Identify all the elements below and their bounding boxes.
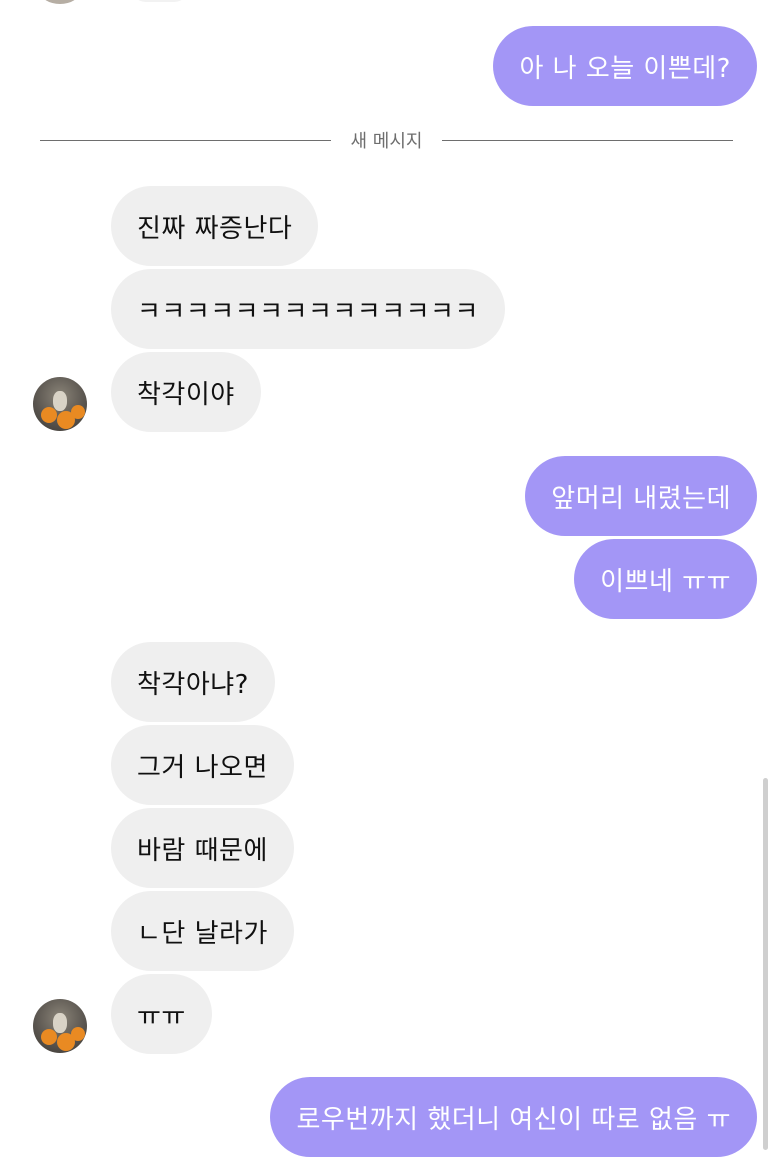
avatar-fruit [41, 1029, 57, 1045]
message-bubble-incoming[interactable]: ㅠㅠ [111, 974, 212, 1054]
divider-line-right [442, 139, 733, 141]
message-bubble-outgoing[interactable]: 앞머리 내렸는데 [525, 456, 757, 536]
message-bubble-incoming[interactable]: 바람 때문에 [111, 808, 294, 888]
message-bubble-incoming[interactable]: 착각이야 [111, 352, 261, 432]
message-bubble-incoming[interactable]: ㅋㅋㅋㅋㅋㅋㅋㅋㅋㅋㅋㅋㅋㅋ [111, 269, 505, 349]
message-bubble-outgoing[interactable]: 로우번까지 했더니 여신이 따로 없음 ㅠ [270, 1077, 757, 1157]
sender-avatar[interactable] [33, 377, 87, 431]
avatar-figure [53, 1013, 67, 1033]
avatar-partial [40, 0, 80, 4]
new-messages-divider: 새 메시지 [40, 126, 733, 154]
sender-avatar[interactable] [33, 999, 87, 1053]
message-bubble-incoming[interactable]: 그거 나오면 [111, 725, 294, 805]
avatar-fruit [71, 1027, 85, 1041]
message-bubble-incoming[interactable]: 진짜 짜증난다 [111, 186, 319, 266]
avatar-fruit [71, 405, 85, 419]
message-bubble-outgoing[interactable]: 이쁘네 ㅠㅠ [574, 539, 757, 619]
message-bubble-partial [130, 0, 190, 2]
message-bubble-outgoing[interactable]: 아 나 오늘 이쁜데? [493, 26, 757, 106]
message-bubble-incoming[interactable]: 착각아냐? [111, 642, 275, 722]
divider-line-left [40, 139, 331, 141]
avatar-fruit [41, 407, 57, 423]
message-bubble-incoming[interactable]: ㄴ단 날라가 [111, 891, 294, 971]
avatar-figure [53, 391, 67, 411]
scrollbar[interactable] [763, 778, 768, 1150]
new-messages-label: 새 메시지 [350, 131, 423, 152]
